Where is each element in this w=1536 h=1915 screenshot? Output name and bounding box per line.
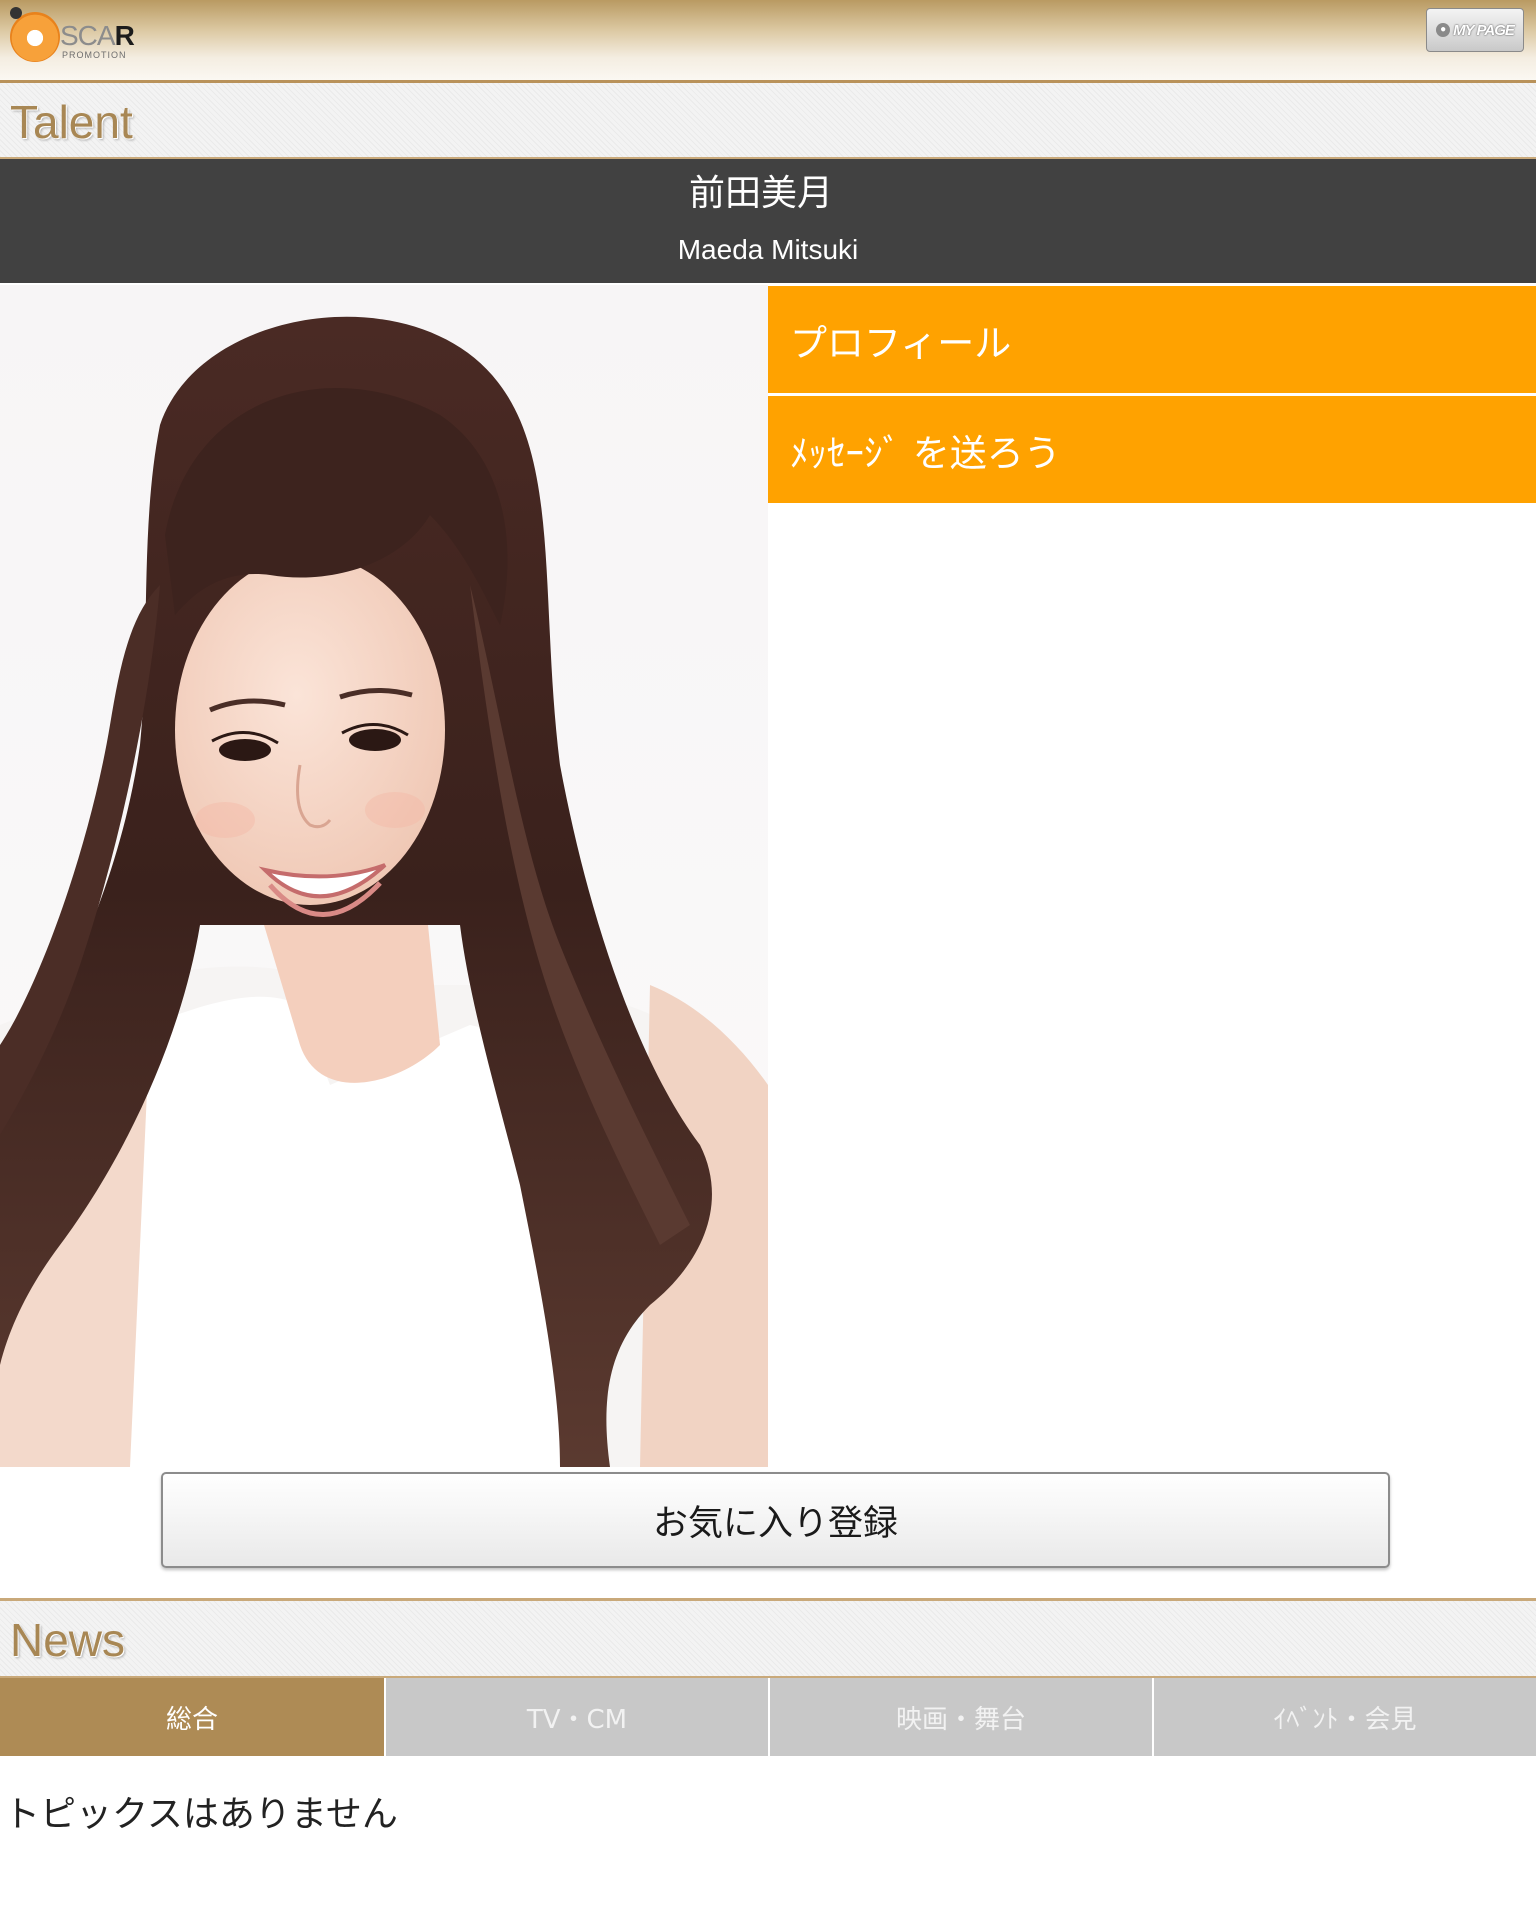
talent-section-header: Talent bbox=[0, 83, 1536, 159]
logo-subtitle: PROMOTION bbox=[62, 50, 127, 60]
tab-tv-cm[interactable]: TV・CM bbox=[384, 1678, 768, 1756]
tab-event-press-label: ｲﾍﾞﾝﾄ・会見 bbox=[1273, 1704, 1417, 1735]
talent-section-title: Talent bbox=[10, 96, 133, 148]
my-page-label: MY PAGE bbox=[1453, 21, 1515, 39]
tab-event-press[interactable]: ｲﾍﾞﾝﾄ・会見 bbox=[1152, 1678, 1536, 1756]
talent-name-english: Maeda Mitsuki bbox=[677, 234, 859, 265]
news-section-title: News bbox=[10, 1614, 126, 1666]
news-section-header: News bbox=[0, 1598, 1536, 1678]
profile-menu-button[interactable]: プロフィール bbox=[768, 286, 1536, 393]
talent-name-japanese: 前田美月 bbox=[688, 173, 833, 214]
add-to-favorites-label: お気に入り登録 bbox=[652, 1503, 898, 1544]
send-message-menu-label: ﾒｯｾｰｼﾞ を送ろう bbox=[790, 431, 1061, 475]
no-topics-message: トピックスはありません bbox=[4, 1794, 398, 1835]
my-page-button[interactable]: ● MY PAGE bbox=[1426, 8, 1524, 52]
add-to-favorites-button[interactable]: お気に入り登録 bbox=[161, 1472, 1390, 1568]
tab-movie-stage-label: 映画・舞台 bbox=[895, 1704, 1026, 1735]
logo-text-bold: R bbox=[114, 20, 135, 51]
tab-general-label: 総合 bbox=[165, 1704, 218, 1735]
top-header: SCAR PROMOTION ● MY PAGE bbox=[0, 0, 1536, 83]
logo-text: SCAR bbox=[60, 20, 135, 51]
oscar-promotion-logo[interactable]: SCAR PROMOTION bbox=[8, 6, 138, 66]
user-circle-icon: ● bbox=[1436, 23, 1451, 37]
profile-menu-label: プロフィール bbox=[790, 321, 1012, 365]
logo-ring-icon bbox=[10, 12, 60, 62]
news-tabs: 総合 TV・CM 映画・舞台 ｲﾍﾞﾝﾄ・会見 bbox=[0, 1678, 1536, 1756]
tab-tv-cm-label: TV・CM bbox=[526, 1704, 628, 1735]
logo-text-light: SCA bbox=[60, 20, 116, 51]
send-message-menu-button[interactable]: ﾒｯｾｰｼﾞ を送ろう bbox=[768, 396, 1536, 503]
tab-movie-stage[interactable]: 映画・舞台 bbox=[768, 1678, 1152, 1756]
tab-general[interactable]: 総合 bbox=[0, 1678, 384, 1756]
talent-photo bbox=[0, 285, 768, 1467]
logo-dot-icon bbox=[10, 7, 22, 19]
talent-name-banner: 前田美月 Maeda Mitsuki bbox=[0, 159, 1536, 283]
